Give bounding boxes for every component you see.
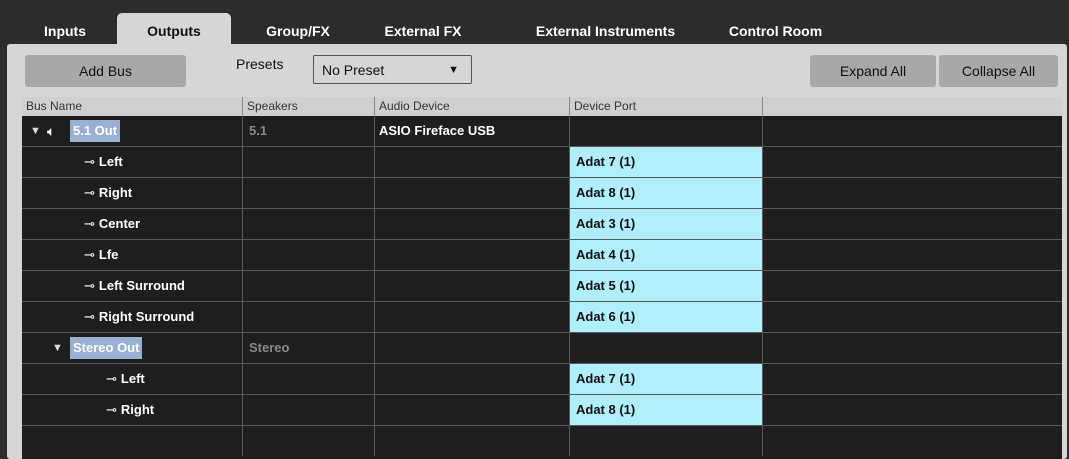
- tab-bar: Inputs Outputs Group/FX External FX Exte…: [0, 0, 1069, 46]
- expand-triangle-icon[interactable]: ▼: [52, 333, 63, 363]
- speakers-cell: 5.1: [243, 116, 375, 146]
- tab-external-instruments[interactable]: External Instruments: [518, 18, 693, 45]
- device-port-cell[interactable]: Adat 7 (1): [570, 364, 763, 394]
- table-row[interactable]: ⊸ Right Adat 8 (1): [22, 178, 1062, 209]
- table-row[interactable]: ⊸ Right Surround Adat 6 (1): [22, 302, 1062, 333]
- device-port-cell[interactable]: Adat 3 (1): [570, 209, 763, 239]
- column-header-audio-device[interactable]: Audio Device: [375, 97, 570, 116]
- channel-name-cell: ⊸ Left: [22, 364, 243, 394]
- expand-triangle-icon[interactable]: ▼: [30, 116, 41, 146]
- output-plug-icon: ⊸: [106, 402, 117, 417]
- audio-device-cell[interactable]: ASIO Fireface USB: [375, 116, 570, 146]
- output-plug-icon: ⊸: [84, 185, 95, 200]
- add-bus-button[interactable]: Add Bus: [25, 55, 186, 87]
- channel-name-cell: ⊸ Center: [22, 209, 243, 239]
- column-header-device-port[interactable]: Device Port: [570, 97, 763, 116]
- device-port-cell[interactable]: Adat 5 (1): [570, 271, 763, 301]
- table-row[interactable]: ⊸ Left Surround Adat 5 (1): [22, 271, 1062, 302]
- device-port-cell[interactable]: Adat 8 (1): [570, 178, 763, 208]
- tab-inputs[interactable]: Inputs: [24, 18, 106, 45]
- device-port-cell[interactable]: Adat 8 (1): [570, 395, 763, 425]
- bus-name-label: Stereo Out: [70, 337, 143, 359]
- output-plug-icon: ⊸: [84, 278, 95, 293]
- table-header: Bus Name Speakers Audio Device Device Po…: [22, 97, 1062, 116]
- tab-control-room[interactable]: Control Room: [718, 18, 833, 45]
- expand-all-button[interactable]: Expand All: [810, 55, 936, 87]
- toolbar: Add Bus Presets No Preset ▼ Expand All C…: [7, 44, 1067, 92]
- presets-label: Presets: [236, 56, 284, 72]
- table-row[interactable]: ⊸ Right Adat 8 (1): [22, 395, 1062, 426]
- tab-group-fx[interactable]: Group/FX: [243, 18, 353, 45]
- device-port-cell[interactable]: Adat 7 (1): [570, 147, 763, 177]
- empty-cell: [763, 116, 1062, 146]
- chevron-down-icon: ▼: [448, 64, 459, 76]
- tab-external-fx[interactable]: External FX: [368, 18, 478, 45]
- output-plug-icon: ⊸: [84, 154, 95, 169]
- table-row[interactable]: ⊸ Center Adat 3 (1): [22, 209, 1062, 240]
- table-row[interactable]: ▼ 🔈︎ 5.1 Out 5.1 ASIO Fireface USB: [22, 116, 1062, 147]
- bus-name-label: 5.1 Out: [70, 120, 121, 142]
- channel-name-cell: ⊸ Right: [22, 178, 243, 208]
- device-port-cell[interactable]: [570, 333, 763, 363]
- channel-name-cell: ⊸ Right Surround: [22, 302, 243, 332]
- column-header-empty: [763, 97, 1062, 116]
- audio-device-cell[interactable]: [375, 333, 570, 363]
- bus-name-cell[interactable]: ▼ Stereo Out: [22, 333, 243, 363]
- speaker-icon: 🔈︎: [47, 123, 56, 139]
- output-plug-icon: ⊸: [84, 216, 95, 231]
- table-row[interactable]: ⊸ Left Adat 7 (1): [22, 147, 1062, 178]
- table-row[interactable]: ▼ Stereo Out Stereo: [22, 333, 1062, 364]
- column-header-speakers[interactable]: Speakers: [243, 97, 375, 116]
- output-plug-icon: ⊸: [84, 309, 95, 324]
- output-plug-icon: ⊸: [106, 371, 117, 386]
- channel-name-cell: ⊸ Right: [22, 395, 243, 425]
- speakers-cell: Stereo: [243, 333, 375, 363]
- tab-outputs[interactable]: Outputs: [117, 13, 231, 45]
- table-row[interactable]: ⊸ Lfe Adat 4 (1): [22, 240, 1062, 271]
- channel-name-cell: ⊸ Left: [22, 147, 243, 177]
- presets-value: No Preset: [322, 62, 385, 78]
- device-port-cell[interactable]: [570, 116, 763, 146]
- output-plug-icon: ⊸: [84, 247, 95, 262]
- outputs-panel: Add Bus Presets No Preset ▼ Expand All C…: [7, 44, 1067, 459]
- channel-name-cell: ⊸ Lfe: [22, 240, 243, 270]
- table-row[interactable]: ⊸ Left Adat 7 (1): [22, 364, 1062, 395]
- table-row-empty: [22, 426, 1062, 457]
- collapse-all-button[interactable]: Collapse All: [939, 55, 1058, 87]
- presets-dropdown[interactable]: No Preset ▼: [313, 55, 472, 84]
- device-port-cell[interactable]: Adat 4 (1): [570, 240, 763, 270]
- bus-table: Bus Name Speakers Audio Device Device Po…: [22, 97, 1062, 459]
- device-port-cell[interactable]: Adat 6 (1): [570, 302, 763, 332]
- bus-name-cell[interactable]: ▼ 🔈︎ 5.1 Out: [22, 116, 243, 146]
- channel-name-cell: ⊸ Left Surround: [22, 271, 243, 301]
- column-header-bus-name[interactable]: Bus Name: [22, 97, 243, 116]
